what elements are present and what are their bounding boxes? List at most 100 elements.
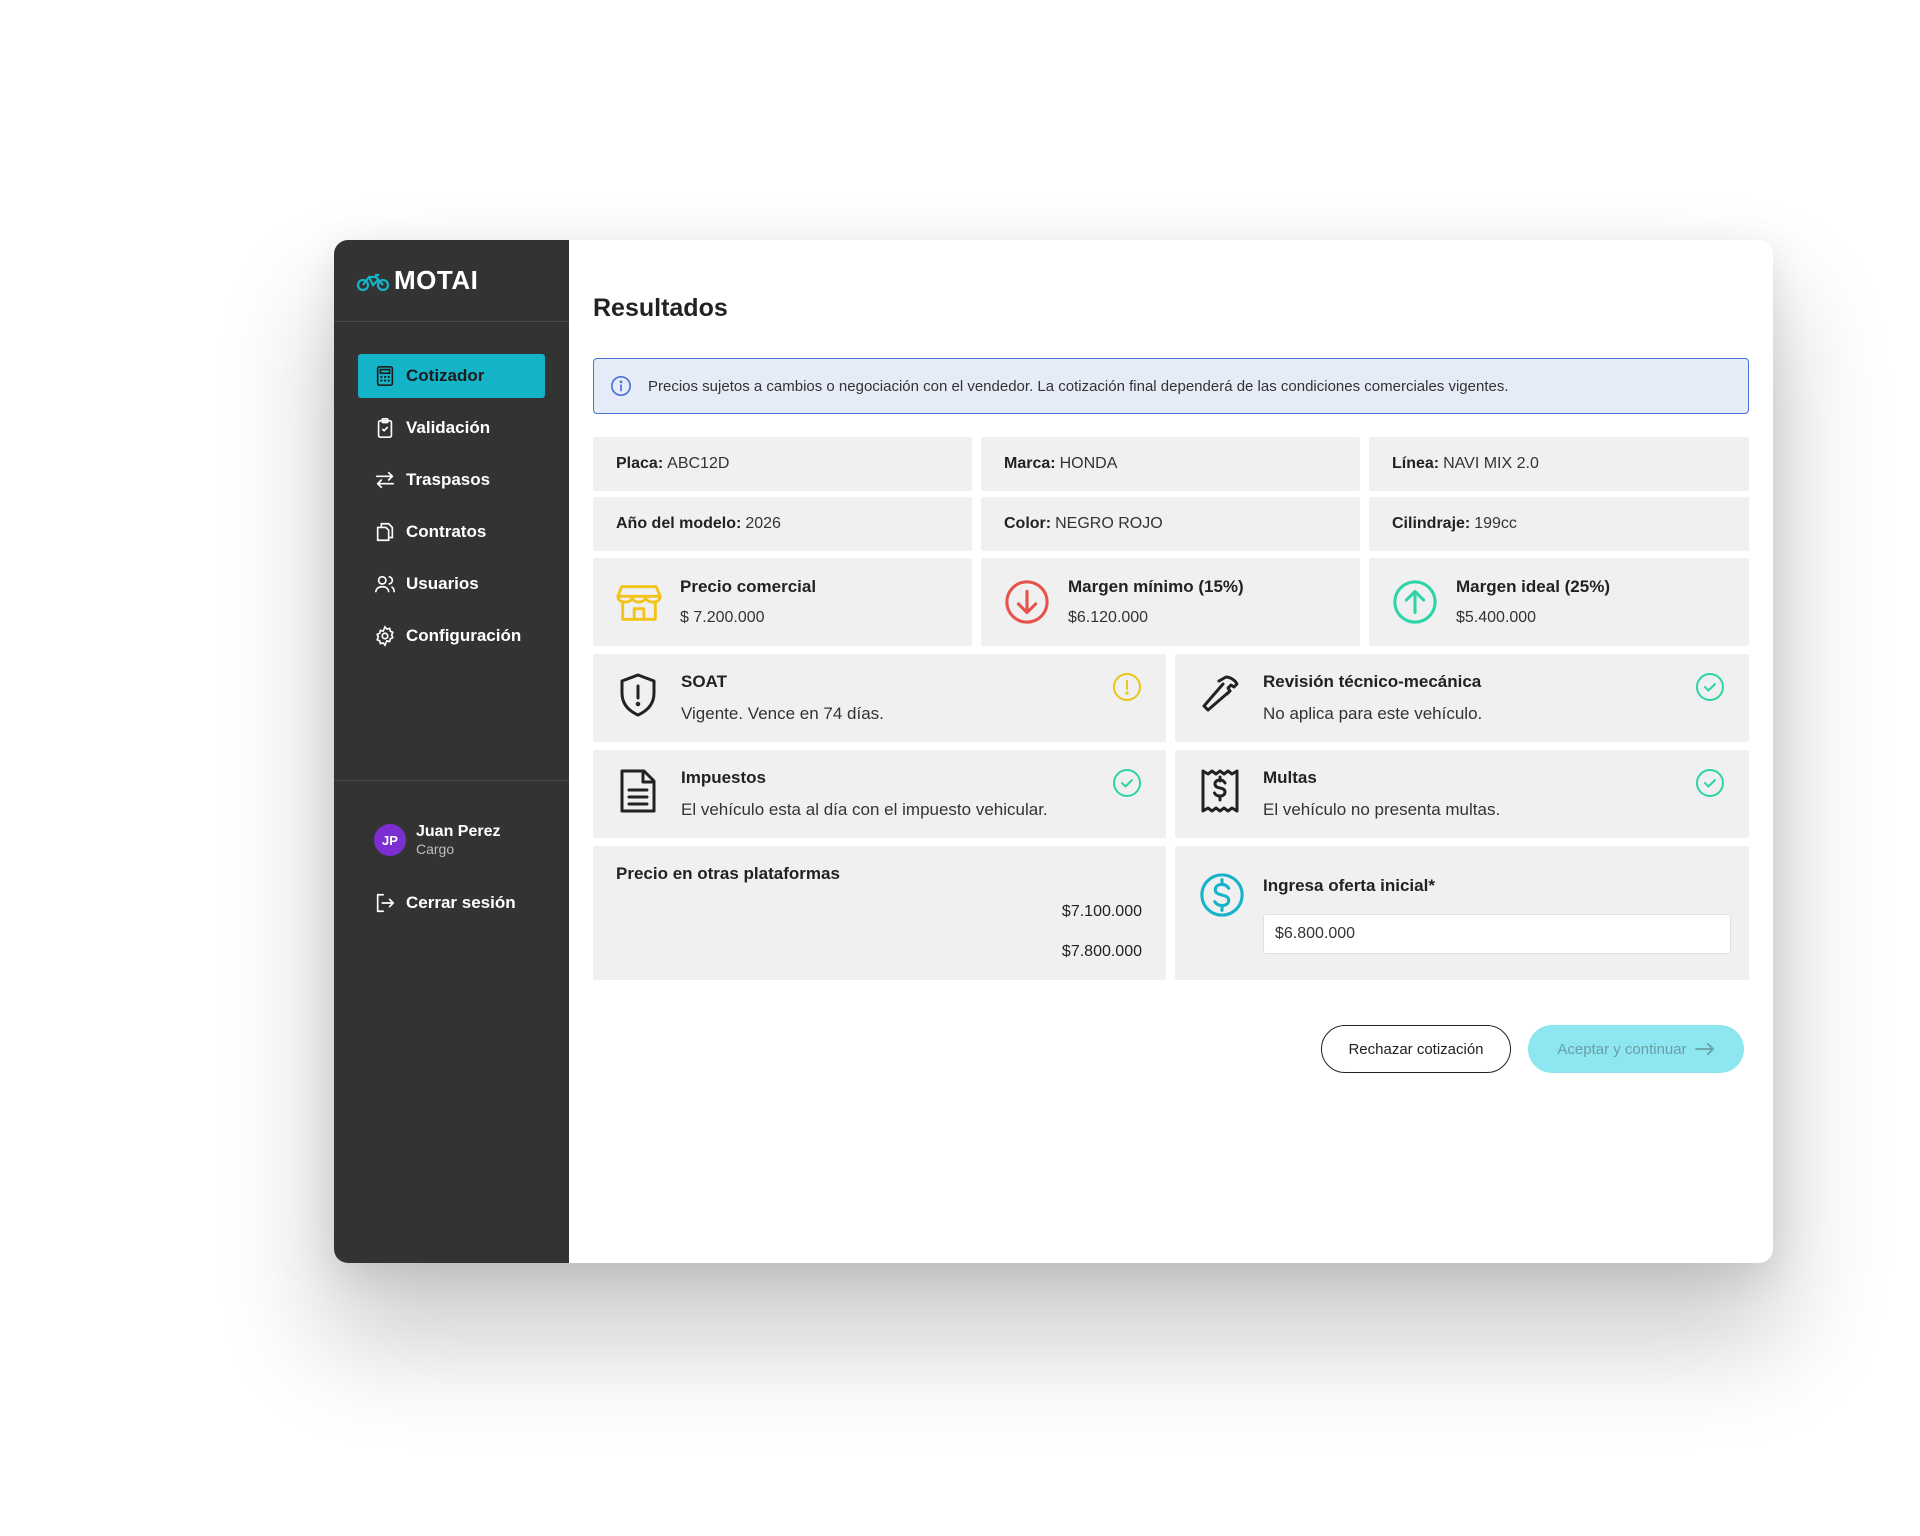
alert-text: Precios sujetos a cambios o negociación … [648, 377, 1509, 395]
offer-label: Ingresa oferta inicial* [1263, 876, 1435, 895]
precio-comercial-value: $ 7.200.000 [680, 609, 765, 626]
soat-card: SOAT Vigente. Vence en 74 días. [593, 654, 1166, 742]
sidebar-item-label: Contratos [406, 522, 487, 541]
revision-title: Revisión técnico-mecánica [1263, 672, 1482, 691]
warning-status-icon [1113, 673, 1141, 701]
anio-card: Año del modelo: 2026 [593, 497, 972, 551]
revision-text: No aplica para este vehículo. [1263, 704, 1483, 723]
documents-icon [376, 522, 394, 542]
clipboard-check-icon [377, 418, 393, 438]
margen-ideal-value: $5.400.000 [1456, 609, 1537, 626]
marca-value: HONDA [1059, 455, 1118, 472]
shield-alert-icon [620, 673, 656, 717]
platform-price: $7.800.000 [1061, 943, 1142, 960]
arrow-right-icon [1694, 1043, 1714, 1055]
accept-label: Aceptar y continuar [1557, 1040, 1687, 1058]
impuestos-title: Impuestos [681, 768, 767, 787]
gear-icon [376, 625, 394, 647]
reject-quote-button[interactable]: Rechazar cotización [1321, 1025, 1511, 1073]
margen-minimo-card: Margen mínimo (15%) $6.120.000 [981, 558, 1360, 646]
linea-card: Línea: NAVI MIX 2.0 [1369, 437, 1749, 491]
cilindraje-value: 199cc [1474, 515, 1517, 532]
sidebar-item-traspasos[interactable]: Traspasos [358, 458, 545, 502]
store-icon [616, 585, 662, 621]
user-profile[interactable]: JP Juan Perez Cargo [374, 822, 500, 858]
hammer-icon [1202, 675, 1239, 712]
sidebar-item-cotizador[interactable]: Cotizador [358, 354, 545, 398]
offer-input[interactable] [1263, 914, 1731, 954]
users-icon [375, 575, 395, 593]
logout-icon [376, 893, 395, 913]
sidebar-item-label: Traspasos [406, 470, 491, 489]
multas-title: Multas [1263, 768, 1317, 787]
impuestos-text: El vehículo esta al día con el impuesto … [681, 800, 1048, 819]
accept-continue-button[interactable]: Aceptar y continuar [1528, 1025, 1744, 1073]
reject-label: Rechazar cotización [1348, 1040, 1484, 1058]
arrows-swap-icon [375, 471, 395, 489]
calculator-icon [376, 366, 394, 386]
placa-label: Placa: [616, 455, 664, 472]
revision-card: Revisión técnico-mecánica No aplica para… [1175, 654, 1749, 742]
color-card: Color: NEGRO ROJO [981, 497, 1360, 551]
cilindraje-label: Cilindraje: [1392, 515, 1471, 532]
logout-button[interactable]: Cerrar sesión [374, 892, 516, 914]
page-title: Resultados [593, 294, 728, 322]
linea-label: Línea: [1392, 455, 1440, 472]
check-circle-icon [1113, 769, 1141, 797]
app-window: MOTAI Cotizador Validación Traspasos Con… [334, 240, 1773, 1263]
sidebar-item-label: Configuración [406, 626, 522, 645]
platform-price: $7.100.000 [1061, 903, 1142, 920]
platforms-title: Precio en otras plataformas [616, 864, 840, 883]
multas-text: El vehículo no presenta multas. [1263, 800, 1501, 819]
app-name: MOTAI [394, 265, 479, 295]
sidebar-item-label: Usuarios [406, 574, 479, 593]
anio-label: Año del modelo: [616, 515, 742, 532]
logo[interactable]: MOTAI [334, 240, 569, 322]
cilindraje-card: Cilindraje: 199cc [1369, 497, 1749, 551]
sidebar: MOTAI Cotizador Validación Traspasos Con… [334, 240, 569, 1263]
offer-card: Ingresa oferta inicial* [1175, 846, 1749, 980]
color-value: NEGRO ROJO [1055, 515, 1163, 532]
multas-card: Multas El vehículo no presenta multas. [1175, 750, 1749, 838]
arrow-down-circle-icon [1005, 580, 1049, 624]
sidebar-item-label: Cotizador [406, 366, 485, 385]
placa-card: Placa: ABC12D [593, 437, 972, 491]
sidebar-item-usuarios[interactable]: Usuarios [358, 562, 545, 606]
info-alert: Precios sujetos a cambios o negociación … [593, 358, 1749, 414]
linea-value: NAVI MIX 2.0 [1443, 455, 1539, 472]
arrow-up-circle-icon [1393, 580, 1437, 624]
sidebar-nav: Cotizador Validación Traspasos Contratos… [334, 322, 569, 658]
anio-value: 2026 [745, 515, 781, 532]
user-role: Cargo [416, 841, 455, 857]
motorcycle-icon [356, 273, 390, 291]
margen-ideal-card: Margen ideal (25%) $5.400.000 [1369, 558, 1749, 646]
document-icon [620, 769, 656, 813]
dollar-circle-icon [1200, 873, 1244, 917]
margen-ideal-title: Margen ideal (25%) [1456, 577, 1610, 596]
check-circle-icon [1696, 673, 1724, 701]
soat-text: Vigente. Vence en 74 días. [681, 704, 884, 723]
sidebar-item-validacion[interactable]: Validación [358, 406, 545, 450]
receipt-dollar-icon [1201, 769, 1239, 813]
placa-value: ABC12D [667, 455, 730, 472]
margen-minimo-title: Margen mínimo (15%) [1068, 577, 1244, 596]
info-icon [611, 376, 631, 396]
margen-minimo-value: $6.120.000 [1068, 609, 1149, 626]
color-label: Color: [1004, 515, 1052, 532]
precio-comercial-card: Precio comercial $ 7.200.000 [593, 558, 972, 646]
avatar: JP [374, 824, 406, 856]
sidebar-item-configuracion[interactable]: Configuración [358, 614, 545, 658]
marca-card: Marca: HONDA [981, 437, 1360, 491]
logout-label: Cerrar sesión [406, 893, 516, 912]
marca-label: Marca: [1004, 455, 1056, 472]
impuestos-card: Impuestos El vehículo esta al día con el… [593, 750, 1166, 838]
soat-title: SOAT [681, 672, 727, 691]
check-circle-icon [1696, 769, 1724, 797]
platforms-card: Precio en otras plataformas $7.100.000 $… [593, 846, 1166, 980]
sidebar-item-contratos[interactable]: Contratos [358, 510, 545, 554]
precio-comercial-title: Precio comercial [680, 577, 817, 596]
main-content: Resultados Precios sujetos a cambios o n… [569, 240, 1773, 1263]
sidebar-divider [334, 780, 569, 781]
sidebar-item-label: Validación [406, 418, 491, 437]
user-name: Juan Perez [416, 823, 501, 840]
